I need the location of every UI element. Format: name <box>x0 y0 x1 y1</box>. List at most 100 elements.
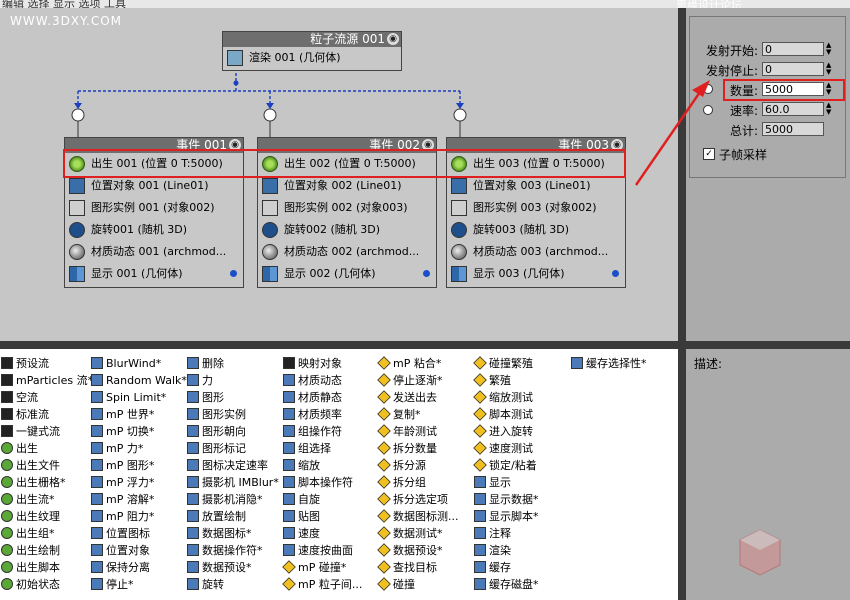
depot-item[interactable]: 显示脚本* <box>473 508 539 525</box>
depot-item[interactable]: mP 溶解* <box>90 491 187 508</box>
depot-item[interactable]: 数据操作符* <box>186 542 279 559</box>
depot-item[interactable]: 数据预设* <box>186 559 279 576</box>
depot-item[interactable]: 渲染 <box>473 542 539 559</box>
depot-item[interactable]: mP 碰撞* <box>282 559 362 576</box>
depot-item[interactable]: 旋转 <box>186 576 279 593</box>
depot-item[interactable]: 拆分源 <box>377 457 459 474</box>
depot-item[interactable]: 一键式流 <box>0 423 93 440</box>
depot-item[interactable]: mP 切换* <box>90 423 187 440</box>
splitter-bar[interactable] <box>678 8 686 600</box>
depot-item[interactable]: 年龄测试 <box>377 423 459 440</box>
depot-item[interactable]: 停止逐渐* <box>377 372 459 389</box>
depot-item[interactable]: 力 <box>186 372 279 389</box>
depot-item[interactable]: Random Walk* <box>90 372 187 389</box>
emit-stop-field[interactable]: 0 <box>762 62 824 76</box>
depot-item[interactable]: 保持分离 <box>90 559 187 576</box>
depot-list[interactable]: 预设流 mParticles 流* 空流 标准流 一键式流 出生 出生文件 出生栅格* 出生流*… <box>0 349 678 600</box>
emit-start-field[interactable]: 0 <box>762 42 824 56</box>
emit-start-spinner[interactable]: ▲ ▼ <box>826 42 834 56</box>
emit-stop-spinner[interactable]: ▲ ▼ <box>826 62 834 76</box>
material-dynamic-operator[interactable]: 材质动态 002 (archmod... <box>258 241 436 263</box>
source-node[interactable]: 粒子流源 001 ◉ 渲染 001 (几何体) <box>222 31 402 71</box>
particle-view-canvas[interactable]: WWW.3DXY.COM 粒子流源 001 ◉ 渲染 001 (几何体) 事件 … <box>0 8 678 341</box>
position-object-operator[interactable]: 位置对象 002 (Line01) <box>258 175 436 197</box>
depot-item[interactable]: 数据预设* <box>377 542 459 559</box>
depot-item[interactable]: 标准流 <box>0 406 93 423</box>
depot-item[interactable]: 图形实例 <box>186 406 279 423</box>
depot-item[interactable]: 脚本操作符 <box>282 474 362 491</box>
depot-item[interactable]: 材质静态 <box>282 389 362 406</box>
depot-item[interactable]: 缩放 <box>282 457 362 474</box>
depot-item[interactable]: 材质动态 <box>282 372 362 389</box>
depot-item[interactable]: 数据图标测... <box>377 508 459 525</box>
depot-item[interactable]: 组选择 <box>282 440 362 457</box>
depot-item[interactable]: 空流 <box>0 389 93 406</box>
depot-item[interactable]: 缓存 <box>473 559 539 576</box>
depot-item[interactable]: 速度按曲面 <box>282 542 362 559</box>
depot-item[interactable]: 拆分选定项 <box>377 491 459 508</box>
depot-item[interactable]: 位置对象 <box>90 542 187 559</box>
depot-item[interactable]: 显示数据* <box>473 491 539 508</box>
depot-item[interactable]: 组操作符 <box>282 423 362 440</box>
depot-item[interactable]: 放置绘制 <box>186 508 279 525</box>
display-operator[interactable]: 显示 002 (几何体) <box>258 263 436 285</box>
depot-item[interactable]: 出生流* <box>0 491 93 508</box>
depot-item[interactable]: 脚本测试 <box>473 406 539 423</box>
material-dynamic-operator[interactable]: 材质动态 003 (archmod... <box>447 241 625 263</box>
depot-item[interactable]: 映射对象 <box>282 355 362 372</box>
menu-labels[interactable]: 编辑 选择 显示 选项 工具 <box>2 0 126 8</box>
depot-item[interactable]: 拆分数量 <box>377 440 459 457</box>
depot-item[interactable]: Spin Limit* <box>90 389 187 406</box>
shape-instance-operator[interactable]: 图形实例 002 (对象003) <box>258 197 436 219</box>
depot-item[interactable]: 注释 <box>473 525 539 542</box>
subframe-checkbox[interactable]: ✓ <box>703 148 715 160</box>
rotation-operator[interactable]: 旋转001 (随机 3D) <box>65 219 243 241</box>
depot-item[interactable]: 摄影机 IMBlur* <box>186 474 279 491</box>
depot-item[interactable]: 出生纹理 <box>0 508 93 525</box>
depot-item[interactable]: 数据测试* <box>377 525 459 542</box>
depot-item[interactable]: mP 世界* <box>90 406 187 423</box>
depot-item[interactable]: 材质频率 <box>282 406 362 423</box>
display-operator[interactable]: 显示 003 (几何体) <box>447 263 625 285</box>
depot-item[interactable]: 碰撞 <box>377 576 459 593</box>
material-dynamic-operator[interactable]: 材质动态 001 (archmod... <box>65 241 243 263</box>
shape-instance-operator[interactable]: 图形实例 003 (对象002) <box>447 197 625 219</box>
depot-item[interactable]: 出生组* <box>0 525 93 542</box>
display-color-dot[interactable] <box>612 270 619 277</box>
depot-item[interactable]: 复制* <box>377 406 459 423</box>
depot-item[interactable]: 删除 <box>186 355 279 372</box>
depot-item[interactable]: 缩放测试 <box>473 389 539 406</box>
depot-item[interactable]: 出生文件 <box>0 457 93 474</box>
depot-item[interactable]: 初始状态 <box>0 576 93 593</box>
depot-item[interactable]: 缓存选择性* <box>570 355 647 372</box>
depot-item[interactable]: 拆分组 <box>377 474 459 491</box>
depot-item[interactable]: 出生脚本 <box>0 559 93 576</box>
depot-item[interactable]: 速度测试 <box>473 440 539 457</box>
depot-item[interactable]: 查找目标 <box>377 559 459 576</box>
depot-item[interactable]: 发送出去 <box>377 389 459 406</box>
display-operator[interactable]: 显示 001 (几何体) <box>65 263 243 285</box>
depot-item[interactable]: 碰撞繁殖 <box>473 355 539 372</box>
rotation-operator[interactable]: 旋转002 (随机 3D) <box>258 219 436 241</box>
depot-item[interactable]: 锁定/粘着 <box>473 457 539 474</box>
position-object-operator[interactable]: 位置对象 003 (Line01) <box>447 175 625 197</box>
depot-item[interactable]: 贴图 <box>282 508 362 525</box>
depot-item[interactable]: mP 粘合* <box>377 355 459 372</box>
rate-spinner[interactable]: ▲ ▼ <box>826 102 834 116</box>
depot-item[interactable]: mP 粒子间... <box>282 576 362 593</box>
render-row[interactable]: 渲染 001 (几何体) <box>223 47 401 69</box>
position-object-operator[interactable]: 位置对象 001 (Line01) <box>65 175 243 197</box>
depot-item[interactable]: 图形 <box>186 389 279 406</box>
depot-item[interactable]: 繁殖 <box>473 372 539 389</box>
depot-item[interactable]: 进入旋转 <box>473 423 539 440</box>
depot-item[interactable]: BlurWind* <box>90 355 187 372</box>
pin-icon[interactable]: ◉ <box>387 33 399 45</box>
depot-item[interactable]: 出生栅格* <box>0 474 93 491</box>
depot-item[interactable]: 速度 <box>282 525 362 542</box>
display-color-dot[interactable] <box>423 270 430 277</box>
depot-item[interactable]: 显示 <box>473 474 539 491</box>
horizontal-splitter[interactable] <box>0 341 686 349</box>
depot-item[interactable]: 停止* <box>90 576 187 593</box>
source-node-header[interactable]: 粒子流源 001 ◉ <box>223 32 401 47</box>
depot-item[interactable]: 出生 <box>0 440 93 457</box>
